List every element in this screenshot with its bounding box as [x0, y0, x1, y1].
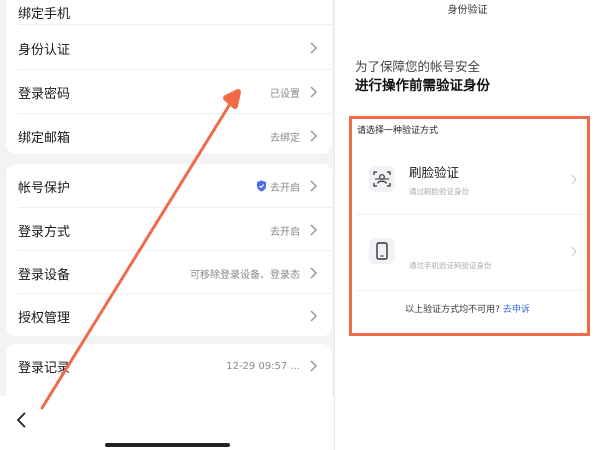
row-label: 登录记录	[18, 360, 71, 376]
row-label: 绑定邮箱	[18, 130, 71, 146]
divider	[18, 24, 332, 25]
row-label: 身份认证	[18, 42, 71, 58]
shield-icon	[257, 180, 266, 192]
chevron-right-icon	[310, 180, 318, 192]
row-label: 登录设备	[18, 267, 71, 283]
row-login-devices[interactable]: 登录设备 可移除登录设备、登录态	[6, 251, 332, 295]
chevron-right-icon	[310, 310, 318, 322]
row-value: 去开启	[270, 182, 300, 194]
chevron-right-icon	[310, 130, 318, 142]
row-label: 帐号保护	[18, 180, 71, 196]
row-login-records[interactable]: 登录记录 12-29 09:57 ...	[6, 344, 332, 388]
row-label: 授权管理	[18, 310, 71, 326]
row-value: 可移除登录设备、登录态	[190, 269, 300, 281]
row-value: 去开启	[270, 226, 300, 238]
back-arrow-icon[interactable]	[14, 410, 30, 430]
chevron-right-icon	[310, 42, 318, 54]
row-login-method[interactable]: 登录方式 去开启	[6, 208, 332, 252]
row-identity-auth[interactable]: 身份认证	[6, 26, 332, 70]
home-indicator	[105, 443, 230, 447]
highlight-box	[349, 116, 590, 336]
row-label: 登录密码	[18, 86, 71, 102]
row-label: 绑定手机	[18, 6, 71, 22]
row-value: 12-29 09:57 ...	[226, 360, 300, 372]
row-account-protection[interactable]: 帐号保护 去开启	[6, 164, 332, 208]
row-value: 已设置	[270, 88, 300, 100]
chevron-right-icon	[310, 267, 318, 279]
chevron-right-icon	[310, 86, 318, 98]
row-value: 去绑定	[270, 132, 300, 144]
intro-line-2: 进行操作前需验证身份	[355, 78, 490, 94]
page-title: 身份验证	[447, 5, 488, 16]
bottom-nav-bar	[0, 396, 334, 450]
settings-card-2: 帐号保护 去开启 登录方式 去开启 登录设备 可移除登录设备、登录态 授权管理	[6, 164, 332, 336]
row-login-password[interactable]: 登录密码 已设置	[6, 70, 332, 114]
row-label: 登录方式	[18, 224, 71, 240]
settings-card-1: 绑定手机 身份认证 登录密码 已设置 绑定邮箱 去绑定	[6, 0, 332, 154]
account-security-panel: 绑定手机 身份认证 登录密码 已设置 绑定邮箱 去绑定 帐号保护 去开启 登录方	[0, 0, 334, 450]
row-authorization-management[interactable]: 授权管理	[6, 294, 332, 338]
chevron-right-icon	[310, 360, 318, 372]
row-bind-email[interactable]: 绑定邮箱 去绑定	[6, 114, 332, 158]
intro-line-1: 为了保障您的帐号安全	[355, 59, 481, 74]
chevron-right-icon	[310, 224, 318, 236]
